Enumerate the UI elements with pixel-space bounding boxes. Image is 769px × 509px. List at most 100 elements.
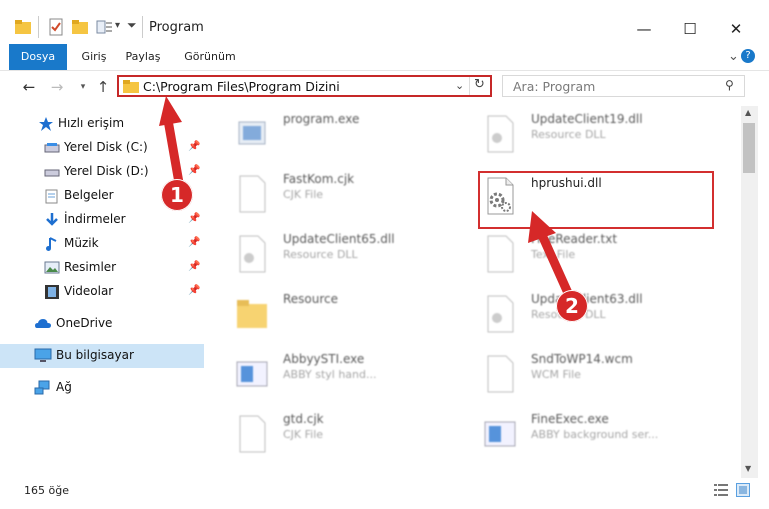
minimize-button[interactable]: — (621, 14, 667, 44)
file-name: program.exe (283, 112, 360, 126)
scrollbar-thumb[interactable] (743, 123, 755, 173)
sidebar-item-pictures[interactable]: Resimler 📌 (0, 256, 204, 280)
folder-icon (235, 294, 269, 334)
sidebar-label: Ağ (56, 380, 72, 394)
sidebar-label: İndirmeler (64, 212, 126, 226)
dll-icon (483, 114, 517, 154)
search-icon[interactable]: ⚲ (725, 78, 734, 92)
sidebar-item-music[interactable]: Müzik 📌 (0, 232, 204, 256)
back-button[interactable]: ← (20, 78, 38, 96)
navigation-bar: ← → ▾ ↑ C:\Program Files\Program Dizini … (0, 72, 769, 102)
dll-icon (235, 234, 269, 274)
file-item[interactable]: SndToWP14.wcm WCM File (457, 348, 697, 404)
file-item[interactable]: program.exe (209, 108, 449, 164)
scroll-up-icon[interactable]: ▲ (745, 108, 751, 117)
file-type: ABBY styl hand... (283, 368, 377, 381)
sidebar-label: OneDrive (56, 316, 113, 330)
file-icon (483, 354, 517, 394)
folder-icon (123, 79, 139, 93)
file-item[interactable]: UpdateClient19.dll Resource DLL (457, 108, 697, 164)
sidebar-label: Belgeler (64, 188, 114, 202)
music-icon (44, 236, 60, 252)
file-type: WCM File (531, 368, 581, 381)
callout-badge-2: 2 (556, 290, 588, 322)
sidebar-item-videos[interactable]: Videolar 📌 (0, 280, 204, 304)
help-button[interactable]: ? (741, 49, 755, 63)
file-icon (235, 174, 269, 214)
recent-locations-icon[interactable]: ▾ (74, 78, 92, 96)
tab-gorunum[interactable]: Görünüm (180, 44, 240, 70)
sidebar-label: Yerel Disk (D:) (64, 164, 149, 178)
downloads-icon (44, 212, 60, 228)
sidebar-item-this-pc[interactable]: Bu bilgisayar (0, 344, 204, 368)
close-button[interactable]: ✕ (713, 14, 759, 44)
pin-icon[interactable]: 📌 (188, 261, 200, 272)
file-name: FastKom.cjk (283, 172, 355, 186)
computer-icon (34, 348, 52, 364)
sidebar-item-network[interactable]: Ağ (0, 376, 204, 400)
file-type: ABBY background ser... (531, 428, 659, 441)
exe-icon (483, 414, 517, 454)
sidebar-label: Müzik (64, 236, 99, 250)
tab-paylas[interactable]: Paylaş (120, 44, 166, 70)
sidebar-label: Hızlı erişim (58, 116, 125, 130)
folder-icon (14, 18, 32, 36)
drive-icon (44, 140, 60, 156)
file-type: Resource DLL (283, 248, 358, 261)
documents-icon (44, 188, 60, 204)
file-item[interactable]: gtd.cjk CJK File (209, 408, 449, 464)
sidebar-label: Resimler (64, 260, 117, 274)
ribbon-expand-icon[interactable]: ⌄ (728, 49, 739, 64)
file-name: gtd.cjk (283, 412, 324, 426)
file-name: FineExec.exe (531, 412, 609, 426)
view-options-icon[interactable] (95, 18, 113, 36)
scroll-down-icon[interactable]: ▼ (745, 464, 751, 473)
forward-button[interactable]: → (48, 78, 66, 96)
status-bar: 165 öğe (0, 478, 769, 509)
exe-icon (235, 354, 269, 394)
ribbon-tabs: Dosya Giriş Paylaş Görünüm ⌄ ? (0, 44, 769, 71)
up-button[interactable]: ↑ (94, 78, 112, 96)
pin-icon[interactable]: 📌 (188, 285, 200, 296)
file-type: CJK File (283, 428, 324, 441)
file-item[interactable]: UpdateClient65.dll Resource DLL (209, 228, 449, 284)
callout-badge-1: 1 (161, 179, 193, 211)
large-icons-view-icon[interactable] (736, 483, 750, 497)
file-item[interactable]: FineExec.exe ABBY background ser... (457, 408, 697, 464)
cloud-icon (34, 316, 51, 332)
file-icon (235, 414, 269, 454)
file-name: SndToWP14.wcm (531, 352, 633, 366)
file-item[interactable]: FastKom.cjk CJK File (209, 168, 449, 224)
sidebar-item-onedrive[interactable]: OneDrive (0, 312, 204, 336)
file-type: Resource DLL (531, 128, 606, 141)
file-item[interactable]: AbbyySTI.exe ABBY styl hand... (209, 348, 449, 404)
file-name: Resource (283, 292, 339, 306)
file-item[interactable]: Resource (209, 288, 449, 344)
address-dropdown-icon[interactable]: ⌄ (455, 79, 464, 92)
file-name: UpdateClient19.dll (531, 112, 643, 126)
tab-giris[interactable]: Giriş (76, 44, 112, 70)
divider (469, 77, 470, 95)
tab-dosya[interactable]: Dosya (9, 44, 67, 70)
sidebar-label: Bu bilgisayar (56, 348, 134, 362)
search-input[interactable]: Ara: Program (513, 79, 595, 94)
title-bar: ▾ ⏷ Program — ☐ ✕ (0, 0, 769, 44)
sidebar-label: Videolar (64, 284, 114, 298)
divider (38, 16, 39, 38)
search-box[interactable]: Ara: Program ⚲ (502, 75, 745, 97)
item-count: 165 öğe (24, 484, 69, 497)
refresh-icon[interactable]: ↻ (474, 77, 485, 92)
properties-icon[interactable] (47, 18, 65, 36)
pin-icon[interactable]: 📌 (188, 237, 200, 248)
videos-icon (44, 284, 60, 300)
network-icon (34, 380, 50, 396)
star-icon (38, 116, 54, 132)
exe-icon (235, 114, 269, 154)
details-view-icon[interactable] (714, 484, 728, 496)
new-folder-icon[interactable] (71, 18, 89, 36)
customize-qat-icon[interactable]: ⏷ (127, 18, 137, 33)
qat-dropdown-icon[interactable]: ▾ (115, 20, 120, 31)
maximize-button[interactable]: ☐ (667, 14, 713, 44)
file-name: AbbyySTI.exe (283, 352, 365, 366)
divider (142, 16, 143, 38)
